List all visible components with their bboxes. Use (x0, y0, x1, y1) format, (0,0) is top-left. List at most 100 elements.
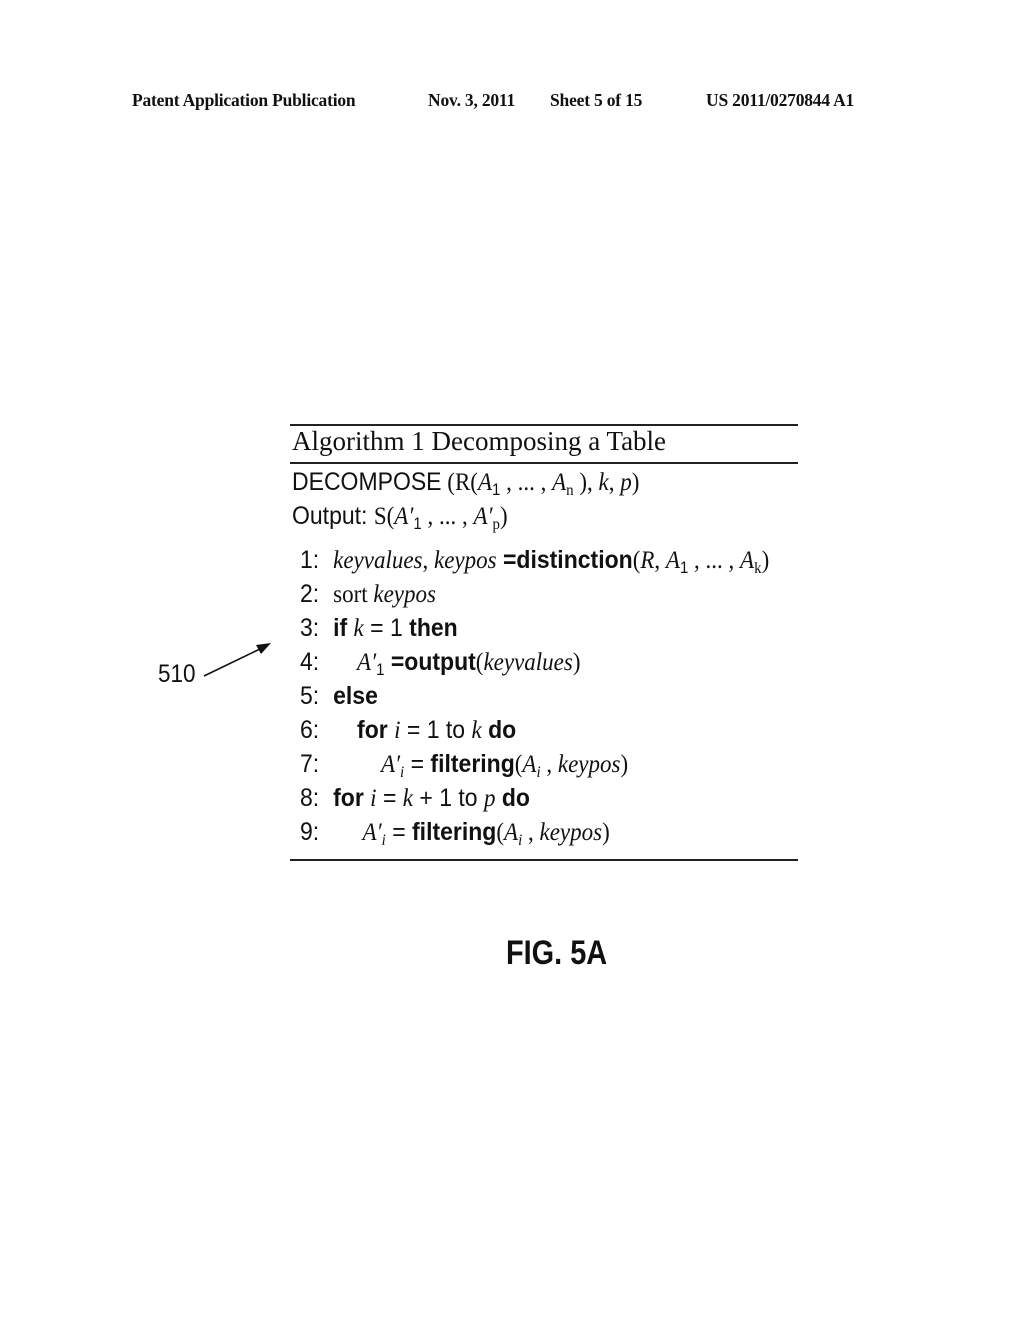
sig-p: p (620, 469, 632, 496)
paren-open: ( (496, 819, 505, 846)
cond: = 1 (363, 614, 410, 642)
function-name: DECOMPOSE (292, 468, 442, 496)
step-number: 6: (300, 716, 320, 744)
output-s: S( (373, 503, 395, 530)
sig-close1: ), (573, 469, 599, 496)
kw-do: do (481, 716, 517, 744)
sig-sep: , ... , (500, 469, 553, 496)
kw-then: then (409, 614, 458, 642)
var-k: k (353, 615, 364, 642)
comma: , (522, 819, 540, 846)
assign: = (404, 750, 431, 778)
paren-close: ) (620, 751, 629, 778)
paren-close: ) (572, 649, 581, 676)
algorithm-bottom-rule (290, 859, 798, 861)
ellipsis: , ... , (688, 547, 741, 574)
algorithm-step-1: 1: keyvalues, keypos =distinction(R, A1 ,… (300, 546, 769, 578)
paren-open: ( (514, 751, 523, 778)
var-p: p (483, 785, 496, 812)
step-number: 1: (300, 546, 320, 574)
fn-output: output (404, 648, 476, 676)
var-a: A (522, 751, 537, 778)
algorithm-step-9: 9: A′i = filtering(Ai , keypos) (300, 818, 610, 850)
step-number: 9: (300, 818, 320, 846)
assign: = (496, 546, 517, 574)
kw-else: else (333, 682, 378, 710)
figure-label: FIG. 5A (506, 934, 608, 972)
sig-close2: ) (631, 469, 640, 496)
sub-1: 1 (679, 558, 689, 577)
sub-k: k (754, 558, 762, 577)
fn-filtering: filtering (412, 818, 497, 846)
assign: = (385, 818, 413, 846)
fn-distinction: distinction (516, 546, 633, 574)
step-number: 5: (300, 682, 320, 710)
fn-filtering: filtering (430, 750, 515, 778)
range: + 1 to (413, 784, 484, 812)
output-sub1: 1 (413, 514, 422, 533)
reference-arrow-icon (203, 643, 271, 677)
output-close: ) (500, 503, 508, 530)
var-r: R (640, 547, 655, 574)
var-aprime: A′ (380, 751, 401, 778)
var-aprime: A′ (357, 649, 377, 676)
algorithm-step-3: 3: if k = 1 then (300, 614, 458, 643)
paren-close: ) (761, 547, 770, 574)
var-k: k (471, 717, 482, 744)
sig-comma: , (608, 469, 621, 496)
var-ak: A (740, 547, 755, 574)
sub-1: 1 (376, 660, 385, 679)
kw-for: for (333, 784, 371, 812)
sig-an: A (552, 469, 567, 496)
algorithm-output: Output: S(A′1 , ... , A′p) (292, 502, 508, 534)
output-sep: , ... , (421, 503, 474, 530)
publication-title: Patent Application Publication (132, 90, 356, 110)
kw-sort: sort (333, 581, 374, 608)
algorithm-step-8: 8: for i = k + 1 to p do (300, 784, 530, 813)
var-k: k (402, 785, 414, 812)
var-keypos: keypos (373, 581, 436, 608)
output-label: Output: (292, 502, 374, 530)
sig-a1: A (477, 469, 492, 496)
step-number: 8: (300, 784, 320, 812)
assign: = (384, 648, 405, 676)
patent-number: US 2011/0270844 A1 (706, 90, 855, 110)
sig-k: k (598, 469, 609, 496)
kw-do: do (495, 784, 530, 812)
var-a1: A (665, 547, 680, 574)
range: = 1 to (400, 716, 472, 744)
kw-for: for (357, 716, 395, 744)
reference-numeral: 510 (158, 660, 196, 688)
comma: , (654, 547, 666, 574)
output-a1: A′ (394, 503, 414, 530)
kw-if: if (333, 614, 354, 642)
algorithm-step-6: 6: for i = 1 to k do (300, 716, 516, 745)
publication-date: Nov. 3, 2011 (428, 90, 516, 110)
step-number: 4: (300, 648, 320, 676)
output-subp: p (492, 514, 501, 533)
algorithm-title: Algorithm 1 Decomposing a Table (292, 426, 667, 456)
sig-subn: n (566, 480, 574, 499)
var-a: A (504, 819, 519, 846)
var-keyvalues: keyvalues (483, 649, 573, 676)
comma: , (422, 547, 435, 574)
var-keypos: keypos (539, 819, 603, 846)
algorithm-step-2: 2: sort keypos (300, 580, 436, 609)
algorithm-step-4: 4: A′1 =output(keyvalues) (300, 648, 580, 680)
paren-open: ( (632, 547, 641, 574)
algorithm-signature: DECOMPOSE (R(A1 , ... , An ), k, p) (292, 468, 639, 500)
step-number: 2: (300, 580, 320, 608)
var-keyvalues: keyvalues (333, 547, 423, 574)
sheet-number: Sheet 5 of 15 (550, 90, 643, 110)
var-keypos: keypos (434, 547, 497, 574)
step-number: 3: (300, 614, 320, 642)
paren-close: ) (602, 819, 610, 846)
sig-open: (R( (441, 469, 478, 496)
var-keypos: keypos (557, 751, 621, 778)
algorithm-step-7: 7: A′i = filtering(Ai , keypos) (300, 750, 628, 782)
algorithm-step-5: 5: else (300, 682, 378, 711)
assign: = (376, 784, 403, 812)
var-aprime: A′ (362, 819, 382, 846)
output-ap: A′ (473, 503, 493, 530)
step-number: 7: (300, 750, 320, 778)
